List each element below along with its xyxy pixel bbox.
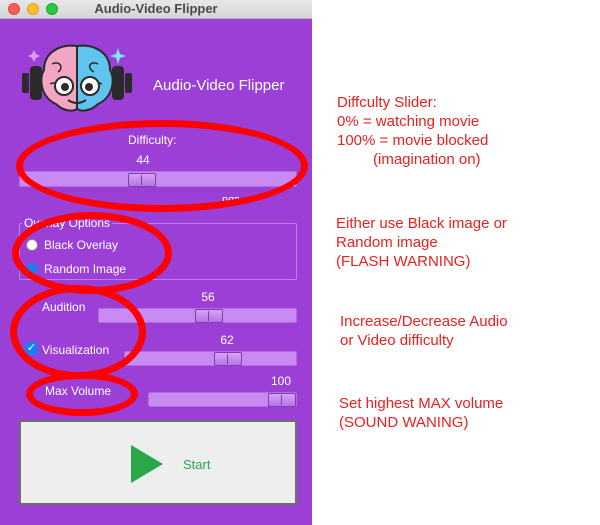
max-volume-slider[interactable] (148, 392, 297, 407)
start-label: Start (183, 457, 211, 472)
app-name-label: Audio-Video Flipper (153, 77, 285, 94)
overlay-highlight-ellipse (12, 212, 172, 294)
difficulty-annotation-line: (imagination on) (373, 151, 481, 168)
audition-slider-thumb[interactable] (195, 309, 223, 323)
audio-video-annotation-line: or Video difficulty (340, 332, 454, 349)
difficulty-annotation-line: 100% = movie blocked (337, 132, 489, 149)
audio-video-annotation: Increase/Decrease Audio or Video difficu… (340, 312, 508, 350)
visualization-slider[interactable] (124, 351, 297, 366)
play-icon (131, 445, 163, 483)
window-title: Audio-Video Flipper (94, 1, 218, 16)
visualization-value: 62 (220, 333, 234, 347)
start-button[interactable]: Start (19, 420, 297, 505)
audio-video-annotation-line: Increase/Decrease Audio (340, 313, 508, 330)
difficulty-highlight-ellipse (16, 120, 308, 212)
brain-headphones-logo-icon (22, 44, 132, 112)
difficulty-annotation: Diffculty Slider: 0% = watching movie 10… (337, 93, 488, 169)
audition-value: 56 (201, 290, 215, 304)
volume-annotation: Set highest MAX volume (SOUND WANING) (339, 394, 503, 432)
max-volume-value: 100 (270, 374, 292, 388)
overlay-annotation-line: Either use Black image or (336, 215, 507, 232)
overlay-annotation-line: (FLASH WARNING) (336, 253, 471, 270)
audio-video-highlight-ellipse (10, 285, 146, 379)
max-volume-slider-thumb[interactable] (268, 393, 296, 407)
difficulty-annotation-line: Diffculty Slider: (337, 94, 437, 111)
volume-annotation-line: (SOUND WANING) (339, 414, 469, 431)
max-volume-highlight-ellipse (26, 372, 138, 416)
volume-annotation-line: Set highest MAX volume (339, 395, 504, 412)
visualization-slider-thumb[interactable] (214, 352, 242, 366)
title-bar: Audio-Video Flipper (0, 0, 312, 19)
overlay-annotation: Either use Black image or Random image (… (336, 214, 507, 271)
difficulty-annotation-line: 0% = watching movie (337, 113, 480, 130)
overlay-annotation-line: Random image (336, 234, 438, 251)
